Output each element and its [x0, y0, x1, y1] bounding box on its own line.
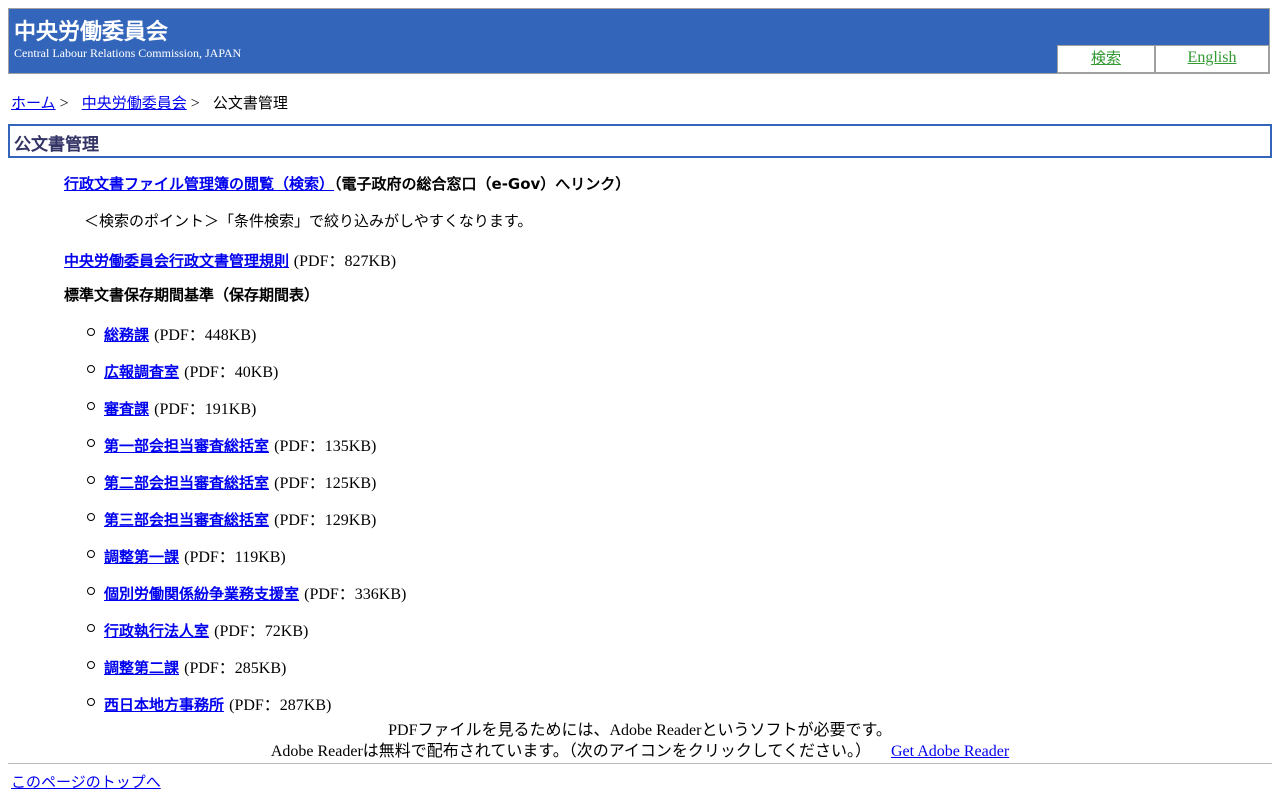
bullet-circle-icon: [87, 439, 95, 447]
department-item: 第一部会担当審査総括室 (PDF：135KB): [87, 432, 377, 455]
department-link[interactable]: 第二部会担当審査総括室: [104, 474, 269, 492]
bullet-circle-icon: [87, 550, 95, 558]
bullet-circle-icon: [87, 328, 95, 336]
search-link[interactable]: 検索: [1057, 45, 1155, 73]
bullet-circle-icon: [87, 365, 95, 373]
department-link[interactable]: 調整第一課: [104, 548, 179, 566]
department-item: 第三部会担当審査総括室 (PDF：129KB): [87, 506, 377, 529]
department-file-size: (PDF：129KB): [274, 512, 377, 529]
department-file-size: (PDF：191KB): [154, 401, 257, 418]
breadcrumb-separator: >: [190, 95, 200, 112]
department-link[interactable]: 個別労働関係紛争業務支援室: [104, 585, 299, 603]
footer-divider: [8, 763, 1272, 764]
department-file-size: (PDF：448KB): [154, 327, 257, 344]
department-item: 個別労働関係紛争業務支援室 (PDF：336KB): [87, 580, 407, 603]
department-file-size: (PDF：119KB): [184, 549, 286, 566]
bullet-circle-icon: [87, 661, 95, 669]
standard-heading: 標準文書保存期間基準（保存期間表）: [64, 286, 320, 304]
department-file-size: (PDF：285KB): [184, 660, 287, 677]
bullet-circle-icon: [87, 587, 95, 595]
department-link[interactable]: 行政執行法人室: [104, 622, 209, 640]
bullet-circle-icon: [87, 476, 95, 484]
bullet-circle-icon: [87, 402, 95, 410]
header-links: 検索 English: [1057, 45, 1269, 73]
department-file-size: (PDF：336KB): [304, 586, 407, 603]
department-item: 調整第一課 (PDF：119KB): [87, 543, 286, 566]
egov-link[interactable]: 行政文書ファイル管理簿の閲覧（検索）: [64, 175, 334, 193]
department-link[interactable]: 審査課: [104, 400, 149, 418]
egov-row: 行政文書ファイル管理簿の閲覧（検索）（電子政府の総合窓口（e-Gov）へリンク）: [64, 173, 630, 194]
department-link[interactable]: 第一部会担当審査総括室: [104, 437, 269, 455]
bullet-circle-icon: [87, 624, 95, 632]
department-file-size: (PDF：40KB): [184, 364, 279, 381]
site-header: 中央労働委員会 Central Labour Relations Commiss…: [8, 8, 1270, 74]
department-file-size: (PDF：135KB): [274, 438, 377, 455]
breadcrumb-parent[interactable]: 中央労働委員会: [82, 94, 187, 112]
breadcrumb-separator: >: [59, 95, 69, 112]
bullet-circle-icon: [87, 698, 95, 706]
department-item: 総務課 (PDF：448KB): [87, 321, 257, 344]
rules-size: (PDF：827KB): [293, 253, 397, 270]
breadcrumb-home[interactable]: ホーム: [11, 94, 56, 112]
department-file-size: (PDF：72KB): [214, 623, 309, 640]
page-title: 公文書管理: [14, 135, 99, 155]
get-adobe-reader-link[interactable]: Get Adobe Reader: [891, 743, 1009, 760]
department-link[interactable]: 第三部会担当審査総括室: [104, 511, 269, 529]
egov-note: （電子政府の総合窓口（e-Gov）へリンク）: [334, 175, 631, 193]
department-link[interactable]: 調整第二課: [104, 659, 179, 677]
department-item: 第二部会担当審査総括室 (PDF：125KB): [87, 469, 377, 492]
search-tip: ＜検索のポイント＞「条件検索」で絞り込みがしやすくなります。: [84, 212, 533, 230]
adobe-line-2: Adobe Readerは無料で配布されています。（次のアイコンをクリックしてく…: [270, 743, 871, 760]
department-link[interactable]: 広報調査室: [104, 363, 179, 381]
site-title: 中央労働委員会: [14, 20, 169, 45]
department-item: 調整第二課 (PDF：285KB): [87, 654, 287, 677]
department-link[interactable]: 西日本地方事務所: [104, 696, 224, 714]
breadcrumb-current: 公文書管理: [212, 94, 288, 112]
bullet-circle-icon: [87, 513, 95, 521]
department-item: 広報調査室 (PDF：40KB): [87, 358, 279, 381]
adobe-line-1: PDFファイルを見るためには、Adobe Readerというソフトが必要です。: [388, 722, 892, 739]
adobe-line-2-row: Adobe Readerは無料で配布されています。（次のアイコンをクリックしてく…: [0, 741, 1280, 762]
department-item: 西日本地方事務所 (PDF：287KB): [87, 691, 332, 714]
department-item: 行政執行法人室 (PDF：72KB): [87, 617, 309, 640]
rules-link[interactable]: 中央労働委員会行政文書管理規則: [64, 252, 289, 270]
site-subtitle: Central Labour Relations Commission, JAP…: [14, 46, 242, 60]
breadcrumb: ホーム > 中央労働委員会 > 公文書管理: [11, 92, 288, 113]
page-title-box: 公文書管理: [8, 124, 1272, 158]
department-link[interactable]: 総務課: [104, 326, 149, 344]
english-link[interactable]: English: [1155, 45, 1269, 73]
adobe-notice: PDFファイルを見るためには、Adobe Readerというソフトが必要です。 …: [0, 720, 1280, 762]
rules-row: 中央労働委員会行政文書管理規則 (PDF：827KB): [64, 247, 396, 271]
department-file-size: (PDF：287KB): [229, 697, 332, 714]
page-top-link[interactable]: このページのトップへ: [11, 771, 161, 792]
department-item: 審査課 (PDF：191KB): [87, 395, 257, 418]
department-file-size: (PDF：125KB): [274, 475, 377, 492]
